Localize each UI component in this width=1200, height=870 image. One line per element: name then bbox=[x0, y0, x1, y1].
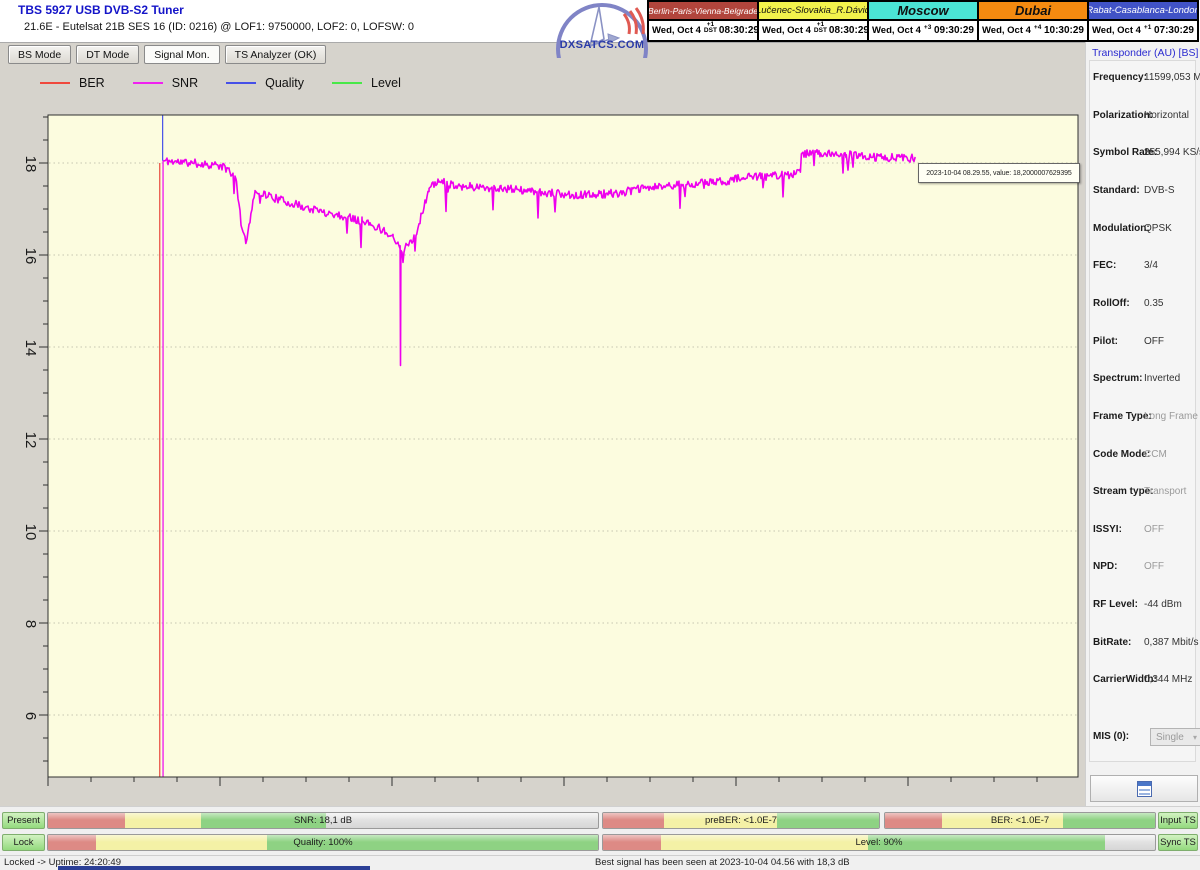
clock-lu-enec-slovakia-r-d-vid: Lučenec-Slovakia_R.DávidWed, Oct 4+1DST0… bbox=[757, 0, 869, 42]
chart-tooltip: 2023-10-04 08.29.55, value: 18,200000762… bbox=[918, 163, 1080, 183]
field-npd: NPD:OFF bbox=[1093, 561, 1197, 572]
clock-city-label: Berlin-Paris-Vienna-Belgrade bbox=[649, 2, 757, 21]
window-title: TBS 5927 USB DVB-S2 Tuner bbox=[18, 3, 184, 17]
snr-bar: SNR: 18,1 dB bbox=[47, 812, 599, 829]
present-button[interactable]: Present bbox=[2, 812, 45, 829]
field-frame-type: Frame Type:Long Frame bbox=[1093, 411, 1197, 422]
clock-time-row: Wed, Oct 4+1DST08:30:29 bbox=[759, 21, 867, 40]
world-clocks: Berlin-Paris-Vienna-BelgradeWed, Oct 4+1… bbox=[647, 0, 1199, 42]
clock-city-label: Moscow bbox=[869, 2, 977, 21]
clock-time-row: Wed, Oct 4+1DST08:30:29 bbox=[649, 21, 757, 40]
svg-text:18: 18 bbox=[22, 156, 39, 173]
transponder-list-button[interactable] bbox=[1090, 775, 1198, 802]
field-carrierwidth: CarrierWidth:0,344 MHz bbox=[1093, 674, 1197, 685]
chevron-down-icon: ▾ bbox=[1193, 733, 1197, 742]
field-fec: FEC:3/4 bbox=[1093, 260, 1197, 271]
field-mis: MIS (0):Single▾ bbox=[1093, 731, 1197, 742]
logo-text: DXSATCS.COM bbox=[552, 39, 652, 51]
field-spectrum: Spectrum:Inverted bbox=[1093, 373, 1197, 384]
tuner-app-window: TBS 5927 USB DVB-S2 Tuner 21.6E - Eutels… bbox=[0, 0, 1200, 870]
x-axis bbox=[48, 777, 1037, 786]
mode-tabbar: BS Mode DT Mode Signal Mon. TS Analyzer (OK… bbox=[8, 45, 326, 64]
field-standard: Standard:DVB-S bbox=[1093, 185, 1197, 196]
transponder-panel: Transponder (AU) [BS] Frequency:11599,05… bbox=[1085, 42, 1200, 806]
tab-signal-mon[interactable]: Signal Mon. bbox=[144, 45, 219, 64]
field-code-mode: Code Mode:CCM bbox=[1093, 449, 1197, 460]
field-polarization: Polarization:Horizontal bbox=[1093, 110, 1197, 121]
clock-dubai: DubaiWed, Oct 4+410:30:29 bbox=[977, 0, 1089, 42]
field-modulation: Modulation:QPSK bbox=[1093, 223, 1197, 234]
quality-bar: Quality: 100% bbox=[47, 834, 599, 851]
field-symbol-rate: Symbol Rate:255,994 KS/s bbox=[1093, 147, 1197, 158]
dxsatcs-logo: DXSATCS.COM bbox=[552, 0, 652, 58]
field-rolloff: RollOff:0.35 bbox=[1093, 298, 1197, 309]
status-best-signal: Best signal has been seen at 2023-10-04 … bbox=[595, 857, 850, 868]
field-frequency: Frequency:11599,053 MHz bbox=[1093, 72, 1197, 83]
clock-city-label: Dubai bbox=[979, 2, 1087, 21]
svg-text:6: 6 bbox=[22, 712, 39, 720]
window-subtitle: 21.6E - Eutelsat 21B SES 16 (ID: 0216) @… bbox=[24, 21, 414, 33]
input-ts-button[interactable]: Input TS bbox=[1158, 812, 1198, 829]
preber-bar: preBER: <1.0E-7 bbox=[602, 812, 880, 829]
tab-ts-analyzer-ok[interactable]: TS Analyzer (OK) bbox=[225, 45, 327, 64]
indicator-band: PresentSNR: 18,1 dBpreBER: <1.0E-7BER: <… bbox=[0, 806, 1200, 856]
sync-ts-button[interactable]: Sync TS bbox=[1158, 834, 1198, 851]
field-stream-type: Stream type:Transport bbox=[1093, 486, 1197, 497]
svg-text:16: 16 bbox=[22, 248, 39, 265]
clock-city-label: Rabat-Casablanca-London bbox=[1089, 2, 1197, 21]
svg-text:12: 12 bbox=[22, 432, 39, 449]
clock-city-label: Lučenec-Slovakia_R.Dávid bbox=[759, 2, 867, 21]
tab-dt-mode[interactable]: DT Mode bbox=[76, 45, 139, 64]
taskbar-fragment bbox=[58, 866, 370, 870]
field-pilot: Pilot:OFF bbox=[1093, 336, 1197, 347]
field-rf-level: RF Level:-44 dBm bbox=[1093, 599, 1197, 610]
svg-text:14: 14 bbox=[22, 340, 39, 357]
field-issyi: ISSYI:OFF bbox=[1093, 524, 1197, 535]
field-bitrate: BitRate:0,387 Mbit/s bbox=[1093, 637, 1197, 648]
svg-text:10: 10 bbox=[22, 524, 39, 541]
clock-time-row: Wed, Oct 4+107:30:29 bbox=[1089, 21, 1197, 40]
y-axis: 18 16 14 12 10 8 6 bbox=[22, 117, 48, 761]
level-bar: Level: 90% bbox=[602, 834, 1156, 851]
transponder-list-icon bbox=[1137, 781, 1152, 797]
lock-button[interactable]: Lock bbox=[2, 834, 45, 851]
mis-select[interactable]: Single▾ bbox=[1150, 728, 1200, 746]
tab-bs-mode[interactable]: BS Mode bbox=[8, 45, 71, 64]
clock-moscow: MoscowWed, Oct 4+309:30:29 bbox=[867, 0, 979, 42]
clock-rabat-casablanca-london: Rabat-Casablanca-LondonWed, Oct 4+107:30… bbox=[1087, 0, 1199, 42]
clock-time-row: Wed, Oct 4+309:30:29 bbox=[869, 21, 977, 40]
ber-bar: BER: <1.0E-7 bbox=[884, 812, 1156, 829]
transponder-panel-title: Transponder (AU) [BS] bbox=[1092, 47, 1198, 59]
clock-time-row: Wed, Oct 4+410:30:29 bbox=[979, 21, 1087, 40]
clock-berlin-paris-vienna-belgrade: Berlin-Paris-Vienna-BelgradeWed, Oct 4+1… bbox=[647, 0, 759, 42]
svg-text:8: 8 bbox=[22, 620, 39, 628]
